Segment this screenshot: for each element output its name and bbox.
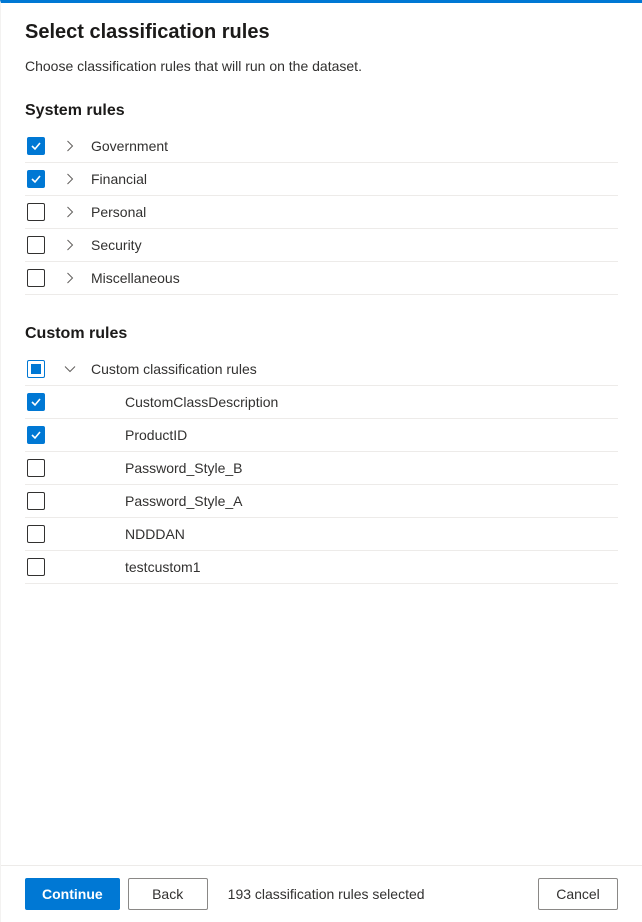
- custom-rules-header: Custom rules: [25, 325, 618, 343]
- chevron-right-icon[interactable]: [63, 206, 77, 218]
- page-title: Select classification rules: [25, 21, 618, 44]
- chevron-right-icon[interactable]: [63, 140, 77, 152]
- cancel-button[interactable]: Cancel: [538, 878, 618, 910]
- rule-checkbox[interactable]: [27, 236, 45, 254]
- system-rule-row: Government: [25, 130, 618, 163]
- system-rule-row: Security: [25, 229, 618, 262]
- system-rules-header: System rules: [25, 102, 618, 120]
- page-description: Choose classification rules that will ru…: [25, 58, 618, 74]
- rule-label: CustomClassDescription: [125, 394, 278, 410]
- selection-status: 193 classification rules selected: [228, 886, 425, 902]
- custom-rule-row: ProductID: [25, 419, 618, 452]
- custom-rule-row: testcustom1: [25, 551, 618, 584]
- rule-checkbox[interactable]: [27, 459, 45, 477]
- rule-checkbox[interactable]: [27, 269, 45, 287]
- rule-checkbox[interactable]: [27, 137, 45, 155]
- rule-label: NDDDAN: [125, 526, 185, 542]
- rule-label: ProductID: [125, 427, 187, 443]
- custom-group-label: Custom classification rules: [91, 361, 257, 377]
- custom-group-row: Custom classification rules: [25, 353, 618, 386]
- system-rule-row: Miscellaneous: [25, 262, 618, 295]
- chevron-down-icon[interactable]: [63, 363, 77, 375]
- chevron-right-icon[interactable]: [63, 272, 77, 284]
- rule-label: Financial: [91, 171, 147, 187]
- custom-rule-row: Password_Style_A: [25, 485, 618, 518]
- custom-rule-row: Password_Style_B: [25, 452, 618, 485]
- rule-label: testcustom1: [125, 559, 200, 575]
- rule-checkbox[interactable]: [27, 393, 45, 411]
- rule-label: Government: [91, 138, 168, 154]
- rule-checkbox[interactable]: [27, 558, 45, 576]
- system-rule-row: Personal: [25, 196, 618, 229]
- back-button[interactable]: Back: [128, 878, 208, 910]
- custom-rule-row: CustomClassDescription: [25, 386, 618, 419]
- custom-group-checkbox[interactable]: [27, 360, 45, 378]
- system-rule-row: Financial: [25, 163, 618, 196]
- continue-button[interactable]: Continue: [25, 878, 120, 910]
- rule-checkbox[interactable]: [27, 203, 45, 221]
- rule-checkbox[interactable]: [27, 525, 45, 543]
- rule-label: Password_Style_B: [125, 460, 243, 476]
- rule-checkbox[interactable]: [27, 170, 45, 188]
- rule-label: Security: [91, 237, 142, 253]
- custom-rule-row: NDDDAN: [25, 518, 618, 551]
- rule-label: Password_Style_A: [125, 493, 243, 509]
- custom-rules-list: Custom classification rules CustomClassD…: [25, 353, 618, 584]
- rule-checkbox[interactable]: [27, 492, 45, 510]
- chevron-right-icon[interactable]: [63, 239, 77, 251]
- rule-label: Personal: [91, 204, 146, 220]
- chevron-right-icon[interactable]: [63, 173, 77, 185]
- rule-label: Miscellaneous: [91, 270, 180, 286]
- rule-checkbox[interactable]: [27, 426, 45, 444]
- system-rules-list: Government Financial Personal Security Misce…: [25, 130, 618, 295]
- footer: Continue Back 193 classification rules s…: [1, 865, 642, 922]
